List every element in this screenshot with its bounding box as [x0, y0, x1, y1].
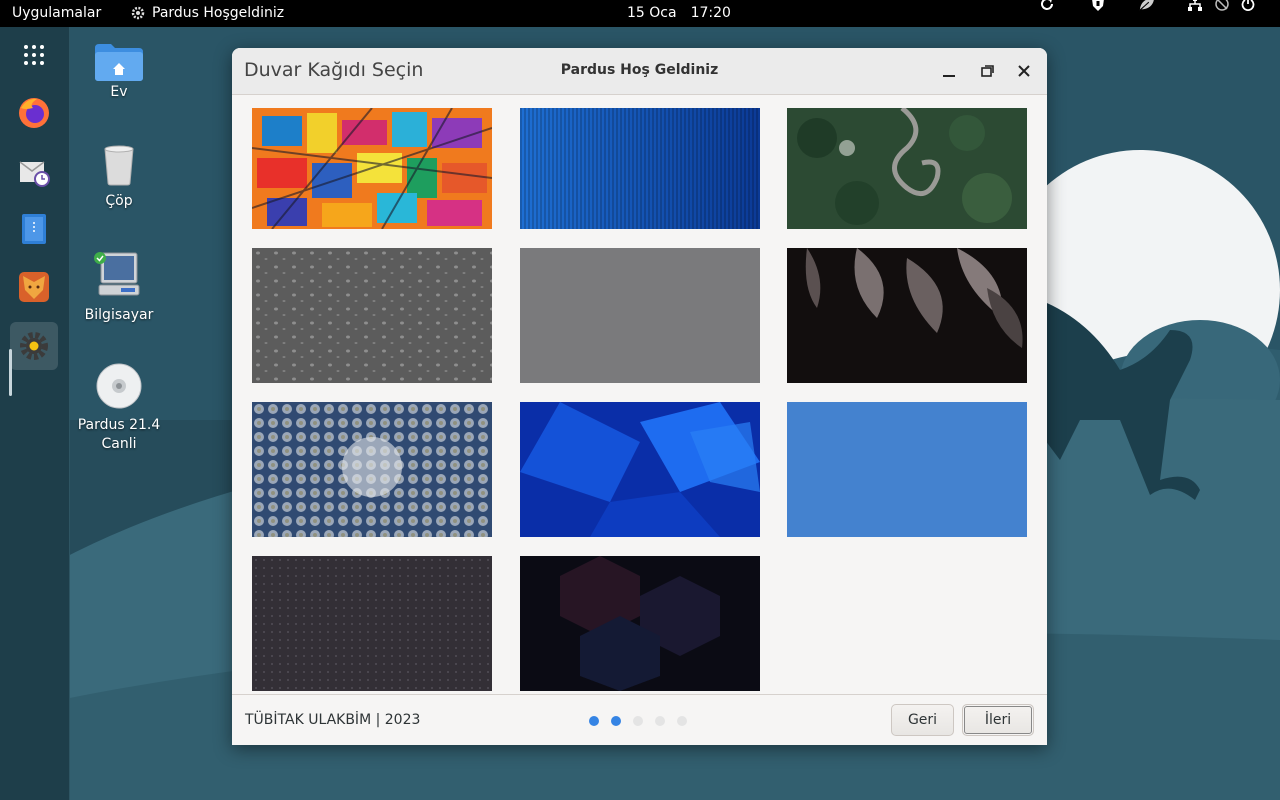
active-app-menu[interactable]: Pardus Hoşgeldiniz: [130, 5, 284, 21]
desktop-icon-home[interactable]: Ev: [69, 40, 169, 100]
top-panel: Uygulamalar Pardus Hoşgeldiniz 15 Oca 17…: [0, 0, 1280, 27]
power-icon[interactable]: [1239, 0, 1257, 13]
desktop-icon-label: Bilgisayar: [84, 307, 154, 323]
trash-icon: [93, 143, 145, 195]
clock-date: 15 Oca: [627, 5, 677, 21]
clock-time: 17:20: [690, 5, 731, 21]
welcome-window: Duvar Kağıdı Seçin Pardus Hoş Geldiniz T…: [232, 48, 1047, 745]
restore-icon: [980, 62, 994, 81]
wallpaper-grid: [232, 95, 1047, 693]
desktop-icon-label: Çöp: [105, 193, 133, 209]
shield-icon[interactable]: [1089, 0, 1107, 13]
wallpaper-dark-dotted[interactable]: [252, 556, 492, 691]
network-icon[interactable]: [1186, 0, 1204, 13]
close-button[interactable]: [1012, 59, 1036, 83]
computer-icon: [93, 251, 145, 303]
minimize-button[interactable]: [937, 59, 961, 83]
page-dot[interactable]: [611, 716, 621, 726]
wallpaper-gray-droplets[interactable]: [252, 248, 492, 383]
dock: [0, 27, 70, 800]
footer-credit: TÜBİTAK ULAKBİM | 2023: [245, 712, 421, 728]
wallpaper-blue-geometric[interactable]: [520, 402, 760, 537]
active-app-indicator: [9, 349, 12, 396]
wallpaper-plain-gray[interactable]: [520, 248, 760, 383]
desktop-icon-live-disc[interactable]: Pardus 21.4 Canli: [69, 362, 169, 454]
desktop-icon-label: Pardus 21.4 Canli: [77, 417, 161, 452]
active-app-label: Pardus Hoşgeldiniz: [152, 5, 285, 21]
footer: TÜBİTAK ULAKBİM | 2023 Geri İleri: [232, 694, 1047, 745]
wallpaper-blue-texture[interactable]: [787, 402, 1027, 537]
file-manager-icon[interactable]: [10, 205, 58, 253]
applications-menu[interactable]: Uygulamalar: [12, 5, 101, 21]
app-grid-icon[interactable]: [10, 31, 58, 79]
page-indicator: [589, 716, 687, 726]
wallpaper-blue-stripes[interactable]: [520, 108, 760, 229]
page-dot[interactable]: [655, 716, 665, 726]
desktop-icon-computer[interactable]: Bilgisayar: [69, 251, 169, 323]
page-dot[interactable]: [677, 716, 687, 726]
disc-icon: [93, 362, 145, 414]
refresh-icon[interactable]: [1038, 0, 1056, 13]
page-dot[interactable]: [633, 716, 643, 726]
mute-icon[interactable]: [1213, 0, 1231, 13]
settings-gear-icon: [130, 5, 146, 21]
close-icon: [1018, 62, 1030, 81]
firefox-icon[interactable]: [10, 89, 58, 137]
wallpaper-dark-leaves[interactable]: [787, 248, 1027, 383]
back-button[interactable]: Geri: [891, 704, 954, 736]
wallpaper-dark-hexagons[interactable]: [520, 556, 760, 691]
settings-gear-icon[interactable]: [10, 322, 58, 370]
page-dot[interactable]: [589, 716, 599, 726]
title-bar[interactable]: Duvar Kağıdı Seçin Pardus Hoş Geldiniz: [232, 48, 1047, 95]
wallpaper-forest-road[interactable]: [787, 108, 1027, 229]
minimize-icon: [943, 62, 955, 81]
page-title: Duvar Kağıdı Seçin: [244, 59, 424, 81]
wallpaper-abstract-colorful[interactable]: [252, 108, 492, 229]
clock[interactable]: 15 Oca 17:20: [627, 5, 731, 21]
desktop-icon-trash[interactable]: Çöp: [69, 143, 169, 209]
next-button[interactable]: İleri: [962, 704, 1034, 736]
leaf-icon[interactable]: [1138, 0, 1156, 13]
mail-clock-icon[interactable]: [10, 147, 58, 195]
lion-app-icon[interactable]: [10, 263, 58, 311]
home-folder-icon: [93, 40, 145, 92]
maximize-button[interactable]: [975, 59, 999, 83]
wallpaper-snowy-forest[interactable]: [252, 402, 492, 537]
